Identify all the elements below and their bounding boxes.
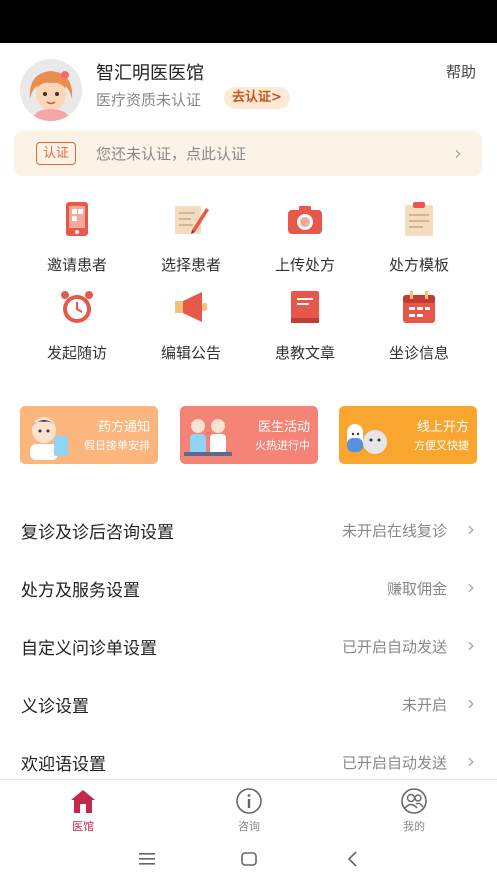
- tab-mine[interactable]: 我的: [354, 780, 474, 834]
- feature-clinic-schedule[interactable]: 坐诊信息: [364, 278, 474, 362]
- settings-status: 已开启自动发送: [341, 754, 447, 772]
- settings-label: 欢迎语设置: [21, 755, 106, 775]
- edit-icon: [172, 200, 210, 238]
- chevron-right-icon: ›: [467, 691, 475, 715]
- settings-label: 处方及服务设置: [21, 581, 140, 601]
- tab-label: 我的: [403, 820, 425, 833]
- settings-status: 赚取佣金: [386, 580, 447, 598]
- settings-row-free-clinic[interactable]: 义诊设置 未开启 ›: [0, 674, 497, 732]
- help-link[interactable]: 帮助: [446, 61, 476, 82]
- tab-clinic[interactable]: 医馆: [23, 780, 143, 834]
- settings-label: 复诊及诊后咨询设置: [21, 523, 174, 543]
- feature-invite-patient[interactable]: 邀请患者: [22, 190, 132, 274]
- settings-status: 已开启自动发送: [341, 638, 447, 656]
- avatar[interactable]: [20, 59, 82, 121]
- feature-label: 选择患者: [160, 256, 221, 274]
- pills-illustration-icon: [343, 414, 391, 460]
- certification-tag: 认证: [36, 142, 77, 165]
- profile-header: 智汇明医医馆 帮助 医疗资质未认证 去认证>: [0, 43, 497, 128]
- bottom-tab-bar: 医馆 咨询 我的: [0, 779, 497, 833]
- calendar-icon: [400, 288, 438, 326]
- status-bar: [0, 0, 497, 43]
- feature-select-patient[interactable]: 选择患者: [136, 190, 246, 274]
- tab-consult[interactable]: 咨询: [189, 780, 309, 834]
- menu-icon[interactable]: [136, 848, 158, 870]
- settings-status: 未开启在线复诊: [341, 522, 447, 540]
- feature-label: 发起随访: [46, 344, 107, 362]
- camera-icon: [286, 200, 324, 238]
- certification-prompt: 您还未认证，点此认证: [96, 145, 247, 163]
- promo-title: 医生活动: [257, 420, 310, 435]
- tab-label: 咨询: [238, 820, 260, 833]
- settings-label: 义诊设置: [21, 697, 89, 717]
- go-certify-button[interactable]: 去认证>: [224, 87, 290, 109]
- feature-label: 坐诊信息: [388, 344, 449, 362]
- settings-row-prescription-service[interactable]: 处方及服务设置 赚取佣金 ›: [0, 558, 497, 616]
- feature-grid: 邀请患者 选择患者 上传处方 处方模板 发起随访 编辑公告 患教文章 坐诊信息: [0, 190, 497, 370]
- back-icon[interactable]: [342, 848, 364, 870]
- settings-row-follow-up-consult[interactable]: 复诊及诊后咨询设置 未开启在线复诊 ›: [0, 500, 497, 558]
- megaphone-icon: [172, 288, 210, 326]
- tab-label: 医馆: [72, 820, 94, 833]
- promo-title: 线上开方: [416, 420, 469, 435]
- promo-title: 药方通知: [97, 420, 150, 435]
- doctor-illustration-icon: [24, 414, 72, 460]
- feature-prescription-template[interactable]: 处方模板: [364, 190, 474, 274]
- phone-icon: [58, 200, 96, 238]
- promo-subtitle: 方便又快捷: [414, 439, 469, 452]
- chevron-right-icon: ›: [467, 575, 475, 599]
- user-icon: [400, 787, 428, 815]
- promo-subtitle: 假日接单安排: [84, 439, 150, 452]
- book-icon: [286, 288, 324, 326]
- settings-row-custom-questionnaire[interactable]: 自定义问诊单设置 已开启自动发送 ›: [0, 616, 497, 674]
- clinic-name: 智汇明医医馆: [96, 63, 204, 84]
- promo-subtitle: 火热进行中: [255, 439, 310, 452]
- clipboard-icon: [400, 200, 438, 238]
- system-navigation-bar: [0, 833, 497, 883]
- feature-upload-prescription[interactable]: 上传处方: [250, 190, 360, 274]
- feature-follow-up[interactable]: 发起随访: [22, 278, 132, 362]
- feature-label: 邀请患者: [46, 256, 107, 274]
- settings-status: 未开启: [401, 696, 447, 714]
- promo-card-prescription-notice[interactable]: 药方通知 假日接单安排: [20, 406, 158, 464]
- home-button-icon[interactable]: [238, 848, 260, 870]
- feature-patient-education[interactable]: 患教文章: [250, 278, 360, 362]
- settings-label: 自定义问诊单设置: [21, 639, 157, 659]
- alarm-clock-icon: [58, 288, 96, 326]
- doctors-illustration-icon: [184, 414, 232, 460]
- feature-label: 上传处方: [274, 256, 335, 274]
- feature-label: 处方模板: [388, 256, 449, 274]
- feature-label: 患教文章: [274, 344, 335, 362]
- chevron-right-icon: ›: [467, 633, 475, 657]
- chevron-right-icon: ›: [454, 141, 462, 165]
- chevron-right-icon: ›: [467, 517, 475, 541]
- promo-card-doctor-event[interactable]: 医生活动 火热进行中: [180, 406, 318, 464]
- promo-card-online-prescription[interactable]: 线上开方 方便又快捷: [339, 406, 477, 464]
- feature-label: 编辑公告: [160, 344, 221, 362]
- home-icon: [69, 787, 97, 815]
- certification-banner[interactable]: 认证 您还未认证，点此认证 ›: [14, 130, 482, 176]
- feature-edit-notice[interactable]: 编辑公告: [136, 278, 246, 362]
- info-icon: [235, 787, 263, 815]
- qualification-status: 医疗资质未认证: [96, 91, 202, 109]
- chevron-right-icon: ›: [467, 749, 475, 773]
